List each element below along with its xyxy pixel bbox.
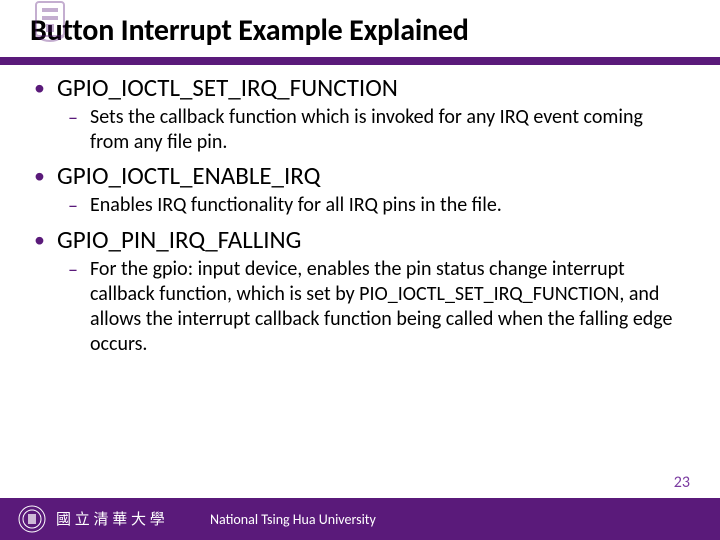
sub-bullet-text: Sets the callback function which is invo… [90, 105, 686, 155]
slide-title: Button Interrupt Example Explained [30, 12, 690, 49]
title-underline [0, 57, 720, 65]
sub-bullet-text: Enables IRQ functionality for all IRQ pi… [90, 193, 502, 218]
slide-footer: 國 立 清 華 大 學 National Tsing Hua Universit… [0, 498, 720, 540]
slide-body: • GPIO_IOCTL_SET_IRQ_FUNCTION – Sets the… [0, 65, 720, 540]
dash-icon: – [68, 193, 80, 219]
bullet-label: GPIO_PIN_IRQ_FALLING [57, 225, 301, 255]
slide-header: Button Interrupt Example Explained [0, 0, 720, 55]
list-item: • GPIO_IOCTL_ENABLE_IRQ – Enables IRQ fu… [34, 161, 686, 219]
sub-bullet-text: For the gpio: input device, enables the … [90, 257, 686, 357]
dash-icon: – [68, 257, 80, 283]
university-crest-icon [32, 0, 68, 46]
footer-university-name: National Tsing Hua University [210, 511, 376, 528]
bullet-list: • GPIO_IOCTL_SET_IRQ_FUNCTION – Sets the… [34, 73, 686, 357]
university-seal-icon [18, 505, 46, 533]
list-item: – For the gpio: input device, enables th… [68, 257, 686, 357]
dash-icon: – [68, 105, 80, 131]
page-number: 23 [674, 473, 690, 492]
list-item: • GPIO_IOCTL_SET_IRQ_FUNCTION – Sets the… [34, 73, 686, 155]
bullet-label: GPIO_IOCTL_ENABLE_IRQ [57, 161, 320, 191]
list-item: • GPIO_PIN_IRQ_FALLING – For the gpio: i… [34, 225, 686, 357]
slide: Button Interrupt Example Explained • GPI… [0, 0, 720, 540]
list-item: – Sets the callback function which is in… [68, 105, 686, 155]
list-item: – Enables IRQ functionality for all IRQ … [68, 193, 686, 219]
bullet-icon: • [34, 225, 45, 255]
bullet-label: GPIO_IOCTL_SET_IRQ_FUNCTION [57, 73, 398, 103]
svg-text:國 立 清 華 大 學: 國 立 清 華 大 學 [56, 510, 165, 528]
bullet-icon: • [34, 161, 45, 191]
bullet-icon: • [34, 73, 45, 103]
university-calligraphy-icon: 國 立 清 華 大 學 [56, 508, 196, 530]
